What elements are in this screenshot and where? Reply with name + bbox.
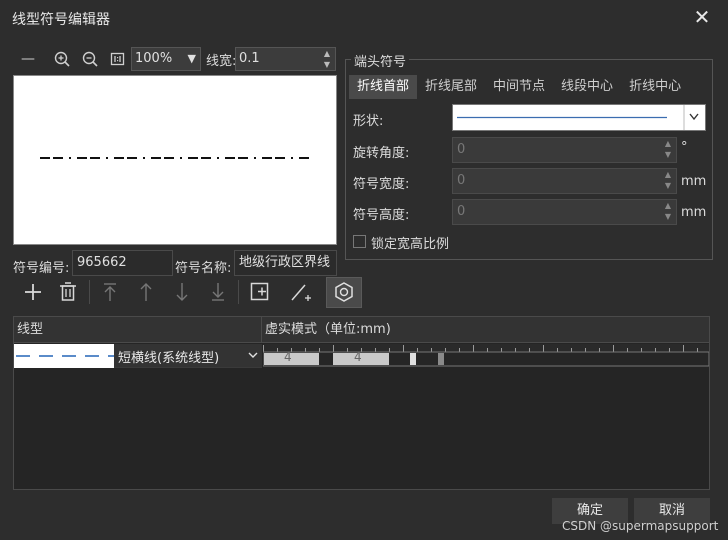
symbol-id-field[interactable]: 965662 [72,250,173,276]
move-to-top-icon[interactable] [96,278,124,306]
height-unit: mm [681,205,707,220]
symbol-name-label: 符号名称: [175,261,232,276]
add-icon[interactable] [19,278,47,306]
line-type-select[interactable]: 短横线(系统线型) [114,344,262,368]
chevron-down-icon [247,348,259,366]
endpoint-symbol-toggle[interactable] [326,277,362,308]
close-button[interactable]: ✕ [690,6,714,30]
dash-ruler [262,344,710,367]
tab-polyline-end[interactable]: 折线尾部 [417,75,485,99]
zoom-select[interactable]: 100% ▼ [131,47,201,71]
height-value: 0 [457,204,466,219]
zoom-out-icon[interactable] [80,48,100,70]
toolbar-divider [238,280,239,304]
lock-ratio-checkbox[interactable] [353,235,366,248]
line-width-value: 0.1 [239,51,260,66]
zoom-in-icon[interactable] [52,48,72,70]
chevron-down-icon: ▼ [187,52,196,65]
rotation-value: 0 [457,142,466,157]
symbol-preview [13,75,337,245]
hexagon-icon [335,282,353,302]
table-row[interactable]: 短横线(系统线型) 4 4 [14,344,710,368]
line-width-label: 线宽: [206,54,237,69]
move-to-bottom-icon[interactable] [204,278,232,306]
lock-ratio-label: 锁定宽高比例 [371,237,450,252]
spinner-arrows-icon[interactable]: ▲ ▼ [321,48,333,70]
move-down-icon[interactable] [168,278,196,306]
column-header-line-type[interactable]: 线型 [14,317,262,343]
height-label: 符号高度: [353,208,410,223]
width-value: 0 [457,173,466,188]
height-spinner[interactable]: 0 ▲ ▼ [452,199,677,225]
column-header-dash-pattern[interactable]: 虚实模式（单位:mm) [262,317,709,343]
tab-polyline-start[interactable]: 折线首部 [349,75,418,99]
minus-icon[interactable]: — [18,48,38,70]
line-width-spinner[interactable]: 0.1 ▲ ▼ [235,47,336,71]
move-up-icon[interactable] [132,278,160,306]
spinner-arrows-icon[interactable]: ▲ ▼ [662,138,674,160]
dash-pattern-editor[interactable]: 4 4 [262,344,710,368]
shape-select[interactable] [452,104,706,131]
width-spinner[interactable]: 0 ▲ ▼ [452,168,677,194]
rotation-spinner[interactable]: 0 ▲ ▼ [452,137,677,163]
tab-middle-node[interactable]: 中间节点 [485,75,553,99]
dash-label: 4 [284,350,292,364]
endpoint-tabs: 折线首部 折线尾部 中间节点 线段中心 折线中心 [349,75,709,99]
endpoint-group-title: 端头符号 [351,51,410,70]
symbol-name-field[interactable]: 地级行政区界线 [234,250,337,276]
line-type-name: 短横线(系统线型) [118,351,220,366]
symbol-id-label: 符号编号: [13,261,70,276]
spinner-arrows-icon[interactable]: ▲ ▼ [662,200,674,222]
tab-segment-center[interactable]: 线段中心 [553,75,621,99]
delete-icon[interactable] [54,278,82,306]
rotation-unit: ° [681,140,688,155]
line-type-table: 线型 虚实模式（单位:mm) 短横线(系统线型) 4 4 [13,316,710,490]
close-icon[interactable]: ✕ [694,5,711,29]
width-unit: mm [681,174,707,189]
shape-label: 形状: [353,114,384,129]
chevron-down-icon [689,113,699,121]
zoom-value: 100% [135,51,173,66]
rotation-label: 旋转角度: [353,146,410,161]
insert-icon[interactable] [246,278,274,306]
watermark: CSDN @supermapsupport [562,519,719,533]
width-label: 符号宽度: [353,177,410,192]
toolbar-divider [89,280,90,304]
tab-polyline-center[interactable]: 折线中心 [621,75,689,99]
add-line-icon[interactable] [287,278,315,306]
dash-line-preview [40,157,310,159]
actual-size-icon[interactable] [108,48,128,70]
window-title: 线型符号编辑器 [12,12,110,28]
dash-label: 4 [354,350,362,364]
spinner-arrows-icon[interactable]: ▲ ▼ [662,169,674,191]
line-swatch [14,344,114,368]
